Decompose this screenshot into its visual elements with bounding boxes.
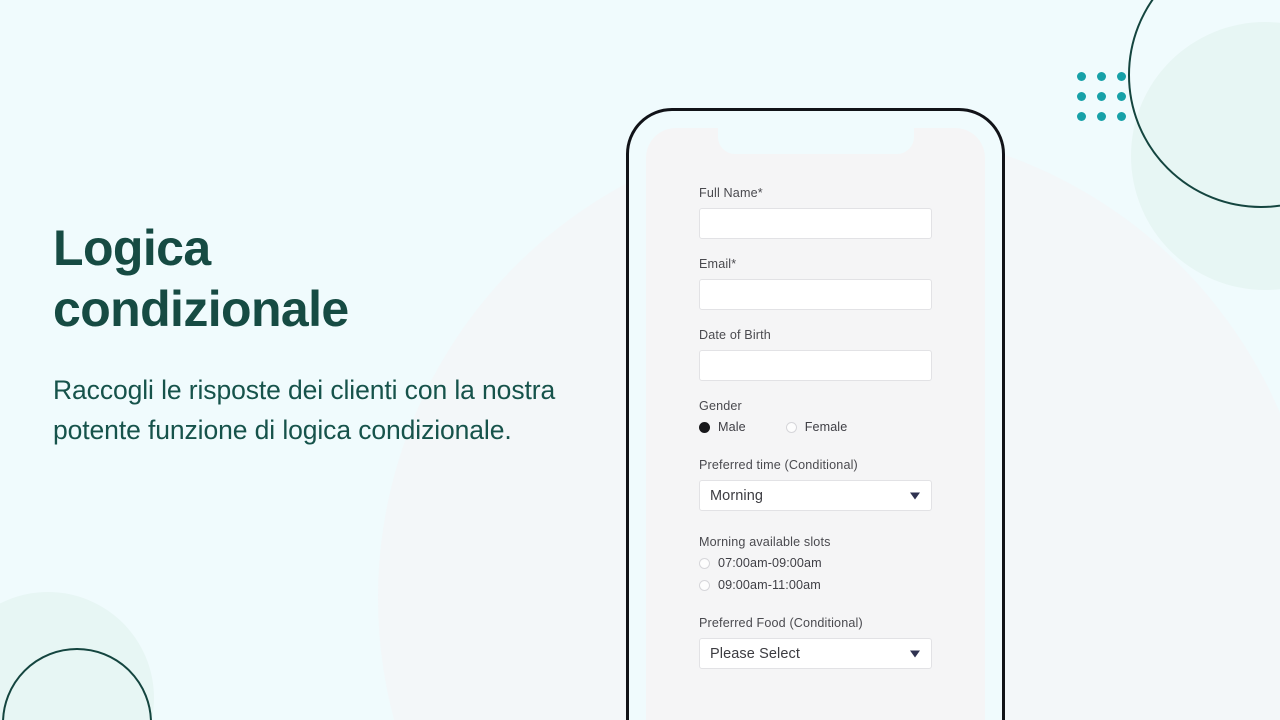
- field-gender: Gender Male Female: [699, 399, 932, 434]
- hero-copy: Logica condizionale Raccogli le risposte…: [53, 218, 613, 451]
- phone-notch: [717, 128, 914, 154]
- preferred-time-value: Morning: [710, 487, 764, 504]
- radio-unselected-icon[interactable]: [699, 579, 710, 591]
- label-preferred-food: Preferred Food (Conditional): [699, 616, 863, 630]
- label-preferred-time: Preferred time (Conditional): [699, 458, 858, 472]
- radio-option-male[interactable]: Male: [699, 420, 746, 434]
- label-morning-slots: Morning available slots: [699, 535, 831, 549]
- field-email: Email*: [699, 257, 932, 310]
- radio-label-slot-2: 09:00am-11:00am: [718, 578, 821, 592]
- page-title: Logica condizionale: [53, 218, 613, 340]
- email-input[interactable]: [699, 279, 932, 310]
- chevron-down-icon[interactable]: [910, 650, 920, 657]
- phone-mockup: Full Name* Email* Date of Birth Gender M…: [626, 108, 1005, 720]
- date-of-birth-input[interactable]: [699, 350, 932, 381]
- hero-subcopy: Raccogli le risposte dei clienti con la …: [53, 375, 556, 446]
- field-date-of-birth: Date of Birth: [699, 328, 932, 381]
- radio-option-slot-2[interactable]: 09:00am-11:00am: [699, 578, 932, 592]
- headline-line-1: Logica: [53, 220, 211, 276]
- radio-selected-icon[interactable]: [699, 421, 710, 433]
- headline-line-2: condizionale: [53, 281, 349, 337]
- label-full-name: Full Name*: [699, 186, 763, 200]
- preferred-time-select[interactable]: Morning: [699, 480, 932, 511]
- field-preferred-food: Preferred Food (Conditional) Please Sele…: [699, 616, 932, 669]
- full-name-input[interactable]: [699, 208, 932, 239]
- radio-option-slot-1[interactable]: 07:00am-09:00am: [699, 556, 932, 570]
- radio-label-female: Female: [804, 420, 848, 434]
- radio-unselected-icon[interactable]: [699, 557, 710, 569]
- preferred-food-select[interactable]: Please Select: [699, 638, 932, 669]
- radio-label-slot-1: 07:00am-09:00am: [718, 556, 822, 570]
- label-gender: Gender: [699, 399, 742, 413]
- field-full-name: Full Name*: [699, 186, 932, 239]
- chevron-down-icon[interactable]: [910, 492, 920, 499]
- preferred-food-value: Please Select: [710, 645, 800, 662]
- label-email: Email*: [699, 257, 737, 271]
- conditional-logic-form: Full Name* Email* Date of Birth Gender M…: [699, 186, 932, 687]
- morning-slots-radio-group: 07:00am-09:00am 09:00am-11:00am: [699, 556, 932, 592]
- field-preferred-time: Preferred time (Conditional) Morning: [699, 458, 932, 511]
- label-date-of-birth: Date of Birth: [699, 328, 771, 342]
- radio-unselected-icon[interactable]: [785, 421, 797, 433]
- field-morning-slots: Morning available slots 07:00am-09:00am …: [699, 535, 932, 592]
- gender-radio-group: Male Female: [699, 420, 932, 434]
- radio-option-female[interactable]: Female: [785, 420, 848, 434]
- radio-label-male: Male: [718, 420, 746, 434]
- phone-screen: Full Name* Email* Date of Birth Gender M…: [646, 128, 985, 720]
- dot-grid-icon: [1077, 72, 1126, 121]
